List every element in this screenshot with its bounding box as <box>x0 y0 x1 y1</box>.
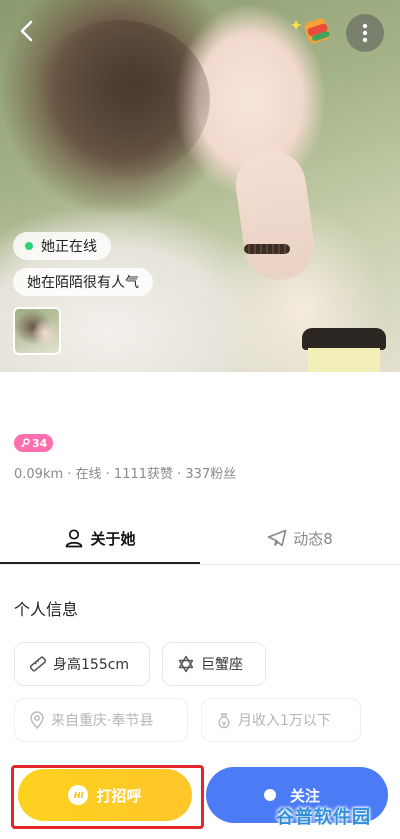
chip-height-label: 身高155cm <box>53 657 130 673</box>
money-bag-icon <box>218 713 230 729</box>
ice-cream-sticker-icon <box>290 14 334 54</box>
chevron-left-icon <box>20 20 33 42</box>
chip-hometown-label: 来自重庆·奉节县 <box>51 713 154 729</box>
chip-height: 身高155cm <box>14 642 150 686</box>
popularity-text: 她在陌陌很有人气 <box>27 275 139 291</box>
chip-zodiac: 巨蟹座 <box>162 642 266 686</box>
tab-divider <box>0 564 400 565</box>
photo-thumbnail[interactable] <box>13 307 61 355</box>
chip-zodiac-label: 巨蟹座 <box>201 657 243 673</box>
profile-stats: 0.09km · 在线 · 1111获赞 · 337粉丝 <box>14 467 237 482</box>
paper-plane-icon <box>267 529 287 547</box>
tab-moments[interactable]: 动态8 <box>200 516 400 560</box>
ruler-icon <box>29 656 47 672</box>
user-outline-icon <box>66 529 83 548</box>
more-options-button[interactable] <box>346 14 384 52</box>
photo-coffee-cup-detail <box>302 328 386 372</box>
back-button[interactable] <box>10 14 44 48</box>
level-badge-value: 34 <box>32 436 48 450</box>
photo-bracelet-detail <box>244 244 290 254</box>
popularity-pill: 她在陌陌很有人气 <box>13 268 153 296</box>
online-status-pill: 她正在线 <box>13 232 111 260</box>
watermark-text: 谷普软件园 <box>276 807 371 828</box>
personal-info-title: 个人信息 <box>14 600 79 619</box>
photo-arm-detail <box>231 145 319 285</box>
chip-income-label: 月收入1万以下 <box>238 713 331 729</box>
more-vertical-icon <box>362 23 368 43</box>
tab-about-her[interactable]: 关于她 <box>0 516 200 560</box>
key-icon <box>20 438 30 448</box>
user-plus-icon <box>264 789 276 801</box>
location-pin-icon <box>30 711 44 729</box>
chip-income: 月收入1万以下 <box>201 698 361 742</box>
tab-about-her-label: 关于她 <box>90 529 136 548</box>
online-status-text: 她正在线 <box>41 239 97 255</box>
annotation-highlight-box <box>11 765 204 829</box>
tab-moments-label: 动态8 <box>293 529 333 548</box>
chip-hometown: 来自重庆·奉节县 <box>14 698 188 742</box>
level-badge: 34 <box>14 434 54 452</box>
photo-hair-detail <box>30 20 210 180</box>
star-of-david-icon <box>178 655 194 673</box>
online-dot-icon <box>25 242 33 250</box>
